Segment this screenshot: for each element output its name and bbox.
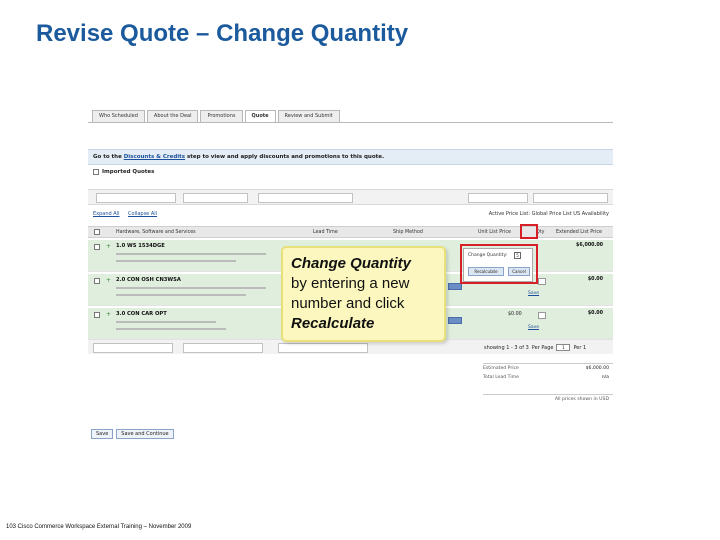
row-qty-input[interactable] (538, 312, 546, 319)
expand-row-icon[interactable]: + (106, 277, 111, 284)
totals-divider (483, 394, 613, 395)
callout-line-2: by entering a new (291, 275, 410, 292)
tab-divider (88, 122, 613, 123)
pagination: showing 1 - 3 of 3 Per Page 1 Per 1 (484, 344, 586, 351)
header-lead-time: Lead Time (313, 230, 338, 235)
price-list-availability: Active Price List: Global Price List US … (488, 211, 609, 217)
callout-line-4: Recalculate (291, 315, 375, 332)
action-button-5[interactable] (533, 193, 608, 203)
discounts-banner: Go to the Discounts & Credits step to vi… (88, 149, 613, 165)
row-checkbox[interactable] (94, 278, 100, 284)
row-detail-line (116, 328, 226, 330)
row-ext-price: $6,000.00 (575, 243, 603, 248)
totals-note: All prices shown in USD (554, 397, 609, 402)
page-label: Per 1 (573, 344, 587, 351)
row-save-link[interactable]: Save (528, 325, 539, 330)
action-button-2[interactable] (183, 193, 248, 203)
imported-quotes[interactable]: Imported Quotes (93, 169, 154, 175)
header-unit-price: Unit List Price (478, 230, 511, 235)
callout-line-3: number and click (291, 295, 405, 312)
select-all-checkbox[interactable] (94, 229, 100, 235)
row-checkbox[interactable] (94, 312, 100, 318)
row-ext-price: $0.00 (587, 311, 603, 316)
action-button-3[interactable] (258, 193, 353, 203)
totals-panel: Estimated Price $6,000.00 Total Lead Tim… (483, 362, 613, 406)
bottom-buttons: Save Save and Continue (91, 429, 174, 439)
row-ext-price: $0.00 (587, 277, 603, 282)
totals-row: Estimated Price $6,000.00 (483, 366, 613, 375)
save-and-continue-button[interactable]: Save and Continue (116, 429, 174, 439)
row-product[interactable]: 2.0 CON OSH CN3WSA (116, 277, 181, 283)
banner-prefix: Go to the (93, 154, 124, 160)
slide-title: Revise Quote – Change Quantity (36, 20, 409, 47)
totals-label: Estimated Price (483, 366, 519, 371)
bottom-action-button-1[interactable] (93, 343, 173, 353)
imported-quotes-label: Imported Quotes (102, 169, 155, 175)
totals-divider (483, 363, 613, 364)
expand-row-icon[interactable]: + (106, 243, 111, 250)
pagination-text: showing 1 - 3 of 3 (484, 344, 529, 351)
header-ext-price: Extended List Price (556, 230, 602, 235)
qty-column-highlight (520, 224, 538, 239)
row-qty-input[interactable] (538, 278, 546, 285)
instruction-callout: Change Quantity by entering a new number… (281, 246, 446, 342)
row-save-link[interactable]: Save (528, 291, 539, 296)
expand-all-link[interactable]: Expand All (93, 211, 120, 217)
expand-row-icon[interactable]: + (106, 311, 111, 318)
banner-suffix: step to view and apply discounts and pro… (185, 154, 385, 160)
ship-method-select[interactable] (448, 283, 462, 290)
totals-label: Total Lead Time (483, 375, 519, 380)
row-detail-line (116, 321, 216, 323)
row-detail-line (116, 260, 236, 262)
row-product[interactable]: 1.0 WS 1534DGE (116, 243, 165, 249)
callout-line-1: Change Quantity (291, 255, 412, 272)
action-button-row (88, 189, 613, 205)
row-detail-line (116, 253, 266, 255)
bottom-action-button-2[interactable] (183, 343, 263, 353)
ship-method-select[interactable] (448, 317, 462, 324)
action-button-1[interactable] (96, 193, 176, 203)
imported-quotes-checkbox[interactable] (93, 169, 99, 175)
totals-value: $6,000.00 (585, 366, 609, 371)
header-ship-method: Ship Method (393, 230, 423, 235)
totals-value: n/a (601, 375, 609, 380)
totals-row: Total Lead Time n/a (483, 375, 613, 384)
row-checkbox[interactable] (94, 244, 100, 250)
row-unit-price: $0.00 (508, 312, 522, 317)
row-detail-line (116, 294, 246, 296)
slide-footer: 103 Cisco Commerce Workspace External Tr… (6, 524, 192, 530)
bottom-action-button-3[interactable] (278, 343, 368, 353)
row-product[interactable]: 3.0 CON CAR OPT (116, 311, 167, 317)
page-select[interactable]: 1 (556, 344, 571, 351)
header-product: Hardware, Software and Services (116, 230, 196, 235)
save-button[interactable]: Save (91, 429, 114, 439)
action-button-4[interactable] (468, 193, 528, 203)
row-detail-line (116, 287, 266, 289)
quantity-popup-highlight (460, 244, 538, 284)
collapse-all-link[interactable]: Collapse All (128, 211, 157, 217)
per-page-label: Per Page (531, 344, 554, 351)
discounts-credits-link[interactable]: Discounts & Credits (124, 154, 185, 160)
